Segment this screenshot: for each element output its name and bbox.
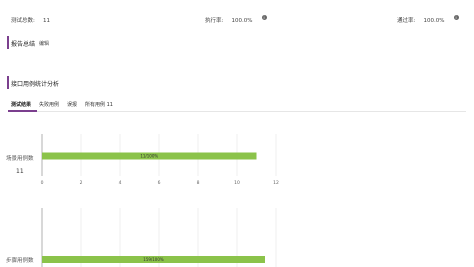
x-tick-label: 12: [273, 180, 279, 186]
bar-label: 11/100%: [140, 154, 158, 159]
x-tick-label: 6: [158, 180, 161, 186]
x-tick-label: 10: [234, 180, 240, 186]
bar-label: 159/100%: [143, 257, 164, 262]
x-tick-label: 2: [80, 180, 83, 186]
x-tick-label: 8: [197, 180, 200, 186]
scenario-cases-chart: 0 2 4 6 8 10 12 11/100% 159/100%: [41, 134, 279, 267]
x-tick-label: 0: [41, 180, 44, 186]
x-tick-label: 4: [119, 180, 122, 186]
